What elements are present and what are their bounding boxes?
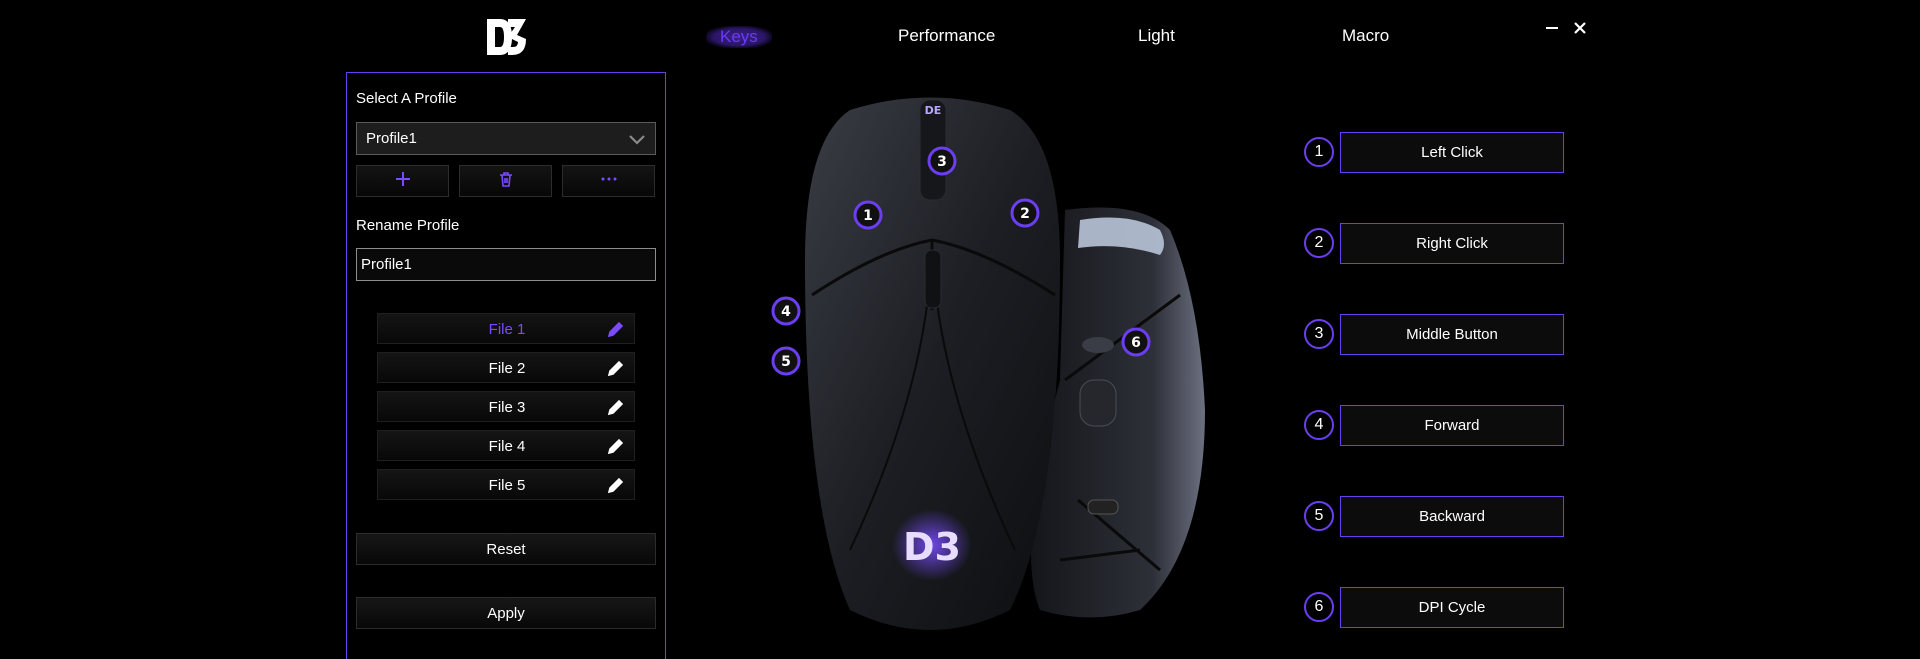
file-item-3[interactable]: File 3 xyxy=(377,391,635,422)
svg-text:1: 1 xyxy=(863,208,873,224)
select-profile-label: Select A Profile xyxy=(356,90,457,107)
svg-text:4: 4 xyxy=(781,304,791,320)
ellipsis-icon xyxy=(600,170,618,193)
brand-logo xyxy=(484,16,528,58)
edit-icon[interactable] xyxy=(606,475,626,495)
marker-1-icon[interactable]: 1 xyxy=(853,200,883,230)
file-item-4[interactable]: File 4 xyxy=(377,430,635,461)
file-item-2[interactable]: File 2 xyxy=(377,352,635,383)
profile-select[interactable]: Profile1 xyxy=(356,122,656,155)
tab-macro[interactable]: Macro xyxy=(1342,26,1389,46)
assignment-button-2[interactable]: Right Click xyxy=(1340,223,1564,264)
tab-keys[interactable]: Keys xyxy=(706,26,772,48)
marker-6-icon[interactable]: 6 xyxy=(1121,327,1151,357)
file-item-label: File 3 xyxy=(488,399,526,416)
rename-profile-input[interactable]: Profile1 xyxy=(356,248,656,281)
assignment-button-5[interactable]: Backward xyxy=(1340,496,1564,537)
assignment-button-1[interactable]: Left Click xyxy=(1340,132,1564,173)
edit-icon[interactable] xyxy=(606,319,626,339)
assignment-number-6: 6 xyxy=(1304,592,1334,622)
file-item-label: File 5 xyxy=(488,477,526,494)
tab-light[interactable]: Light xyxy=(1138,26,1175,46)
assignment-number-1: 1 xyxy=(1304,137,1334,167)
marker-5-icon[interactable]: 5 xyxy=(771,346,801,376)
profile-panel: Select A Profile Profile1 Rename Profile… xyxy=(346,72,666,659)
file-item-label: File 4 xyxy=(488,438,526,455)
assignment-number-2: 2 xyxy=(1304,228,1334,258)
file-item-label: File 1 xyxy=(488,321,526,338)
close-icon[interactable] xyxy=(1570,18,1590,38)
file-item-1[interactable]: File 1 xyxy=(377,313,635,344)
assignment-button-6[interactable]: DPI Cycle xyxy=(1340,587,1564,628)
plus-icon xyxy=(394,170,412,193)
tab-performance[interactable]: Performance xyxy=(898,26,995,46)
minimize-icon[interactable] xyxy=(1542,18,1562,38)
assignment-number-4: 4 xyxy=(1304,410,1334,440)
mouse-illustration: DE D3 1 2 3 4 5 6 xyxy=(760,80,1240,640)
marker-2-icon[interactable]: 2 xyxy=(1010,198,1040,228)
marker-3-icon[interactable]: 3 xyxy=(927,146,957,176)
add-profile-button[interactable] xyxy=(356,165,449,197)
assignment-number-3: 3 xyxy=(1304,319,1334,349)
edit-icon[interactable] xyxy=(606,358,626,378)
edit-icon[interactable] xyxy=(606,436,626,456)
apply-button[interactable]: Apply xyxy=(356,597,656,629)
file-item-5[interactable]: File 5 xyxy=(377,469,635,500)
chevron-down-icon xyxy=(628,132,646,146)
edit-icon[interactable] xyxy=(606,397,626,417)
profile-select-value: Profile1 xyxy=(366,130,417,147)
rename-profile-label: Rename Profile xyxy=(356,217,460,234)
svg-text:6: 6 xyxy=(1131,335,1141,351)
reset-button[interactable]: Reset xyxy=(356,533,656,565)
assignment-button-3[interactable]: Middle Button xyxy=(1340,314,1564,355)
assignment-number-5: 5 xyxy=(1304,501,1334,531)
trash-icon xyxy=(497,170,515,193)
svg-text:3: 3 xyxy=(937,154,947,170)
assignment-button-4[interactable]: Forward xyxy=(1340,405,1564,446)
marker-4-icon[interactable]: 4 xyxy=(771,296,801,326)
svg-text:5: 5 xyxy=(781,354,791,370)
svg-text:DE: DE xyxy=(925,104,942,117)
delete-profile-button[interactable] xyxy=(459,165,552,197)
svg-text:D3: D3 xyxy=(903,525,961,569)
file-item-label: File 2 xyxy=(488,360,526,377)
more-options-button[interactable] xyxy=(562,165,655,197)
svg-text:2: 2 xyxy=(1020,206,1030,222)
